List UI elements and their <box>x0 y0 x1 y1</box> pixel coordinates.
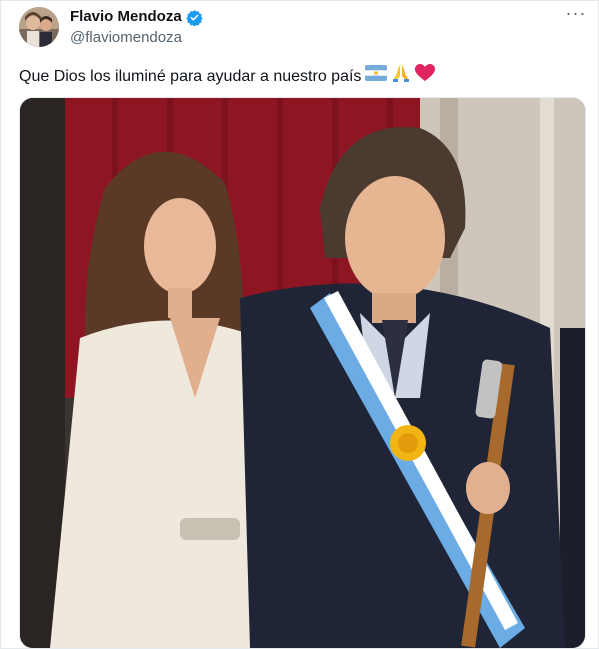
author-handle[interactable]: @flaviomendoza <box>70 29 182 47</box>
folded-hands-icon <box>391 63 411 90</box>
tweet-text-row: Que Dios los iluminé para ayudar a nuest… <box>19 63 436 90</box>
verified-badge-icon <box>185 9 203 26</box>
avatar-image <box>19 7 59 47</box>
tweet-photo[interactable] <box>19 97 586 649</box>
author-name-row: Flavio Mendoza <box>70 8 203 26</box>
argentina-flag-icon <box>365 65 388 88</box>
author-name[interactable]: Flavio Mendoza <box>70 8 182 26</box>
author-avatar[interactable] <box>19 7 59 47</box>
more-options-icon[interactable]: ··· <box>563 4 589 27</box>
tweet-card[interactable]: Flavio Mendoza @flaviomendoza ··· Que Di… <box>0 0 599 649</box>
tweet-text: Que Dios los iluminé para ayudar a nuest… <box>19 67 362 85</box>
red-heart-icon <box>415 64 436 89</box>
photo-scene <box>20 98 585 648</box>
